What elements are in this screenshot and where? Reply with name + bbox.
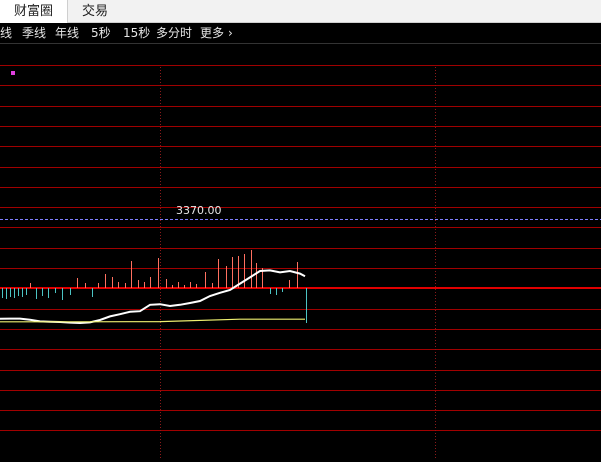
period-15s-button[interactable]: 15秒 [123,23,150,43]
period-5s-label: 5秒 [91,26,111,40]
chevron-right-icon: › [228,26,233,40]
period-quarter-button[interactable]: 季线 [22,23,46,43]
period-multi-button[interactable]: 多分时 [156,23,192,43]
tab-bar: 财富圈 交易 [0,0,601,23]
average-line [0,318,305,323]
price-line [0,269,306,325]
period-multi-label: 多分时 [156,26,193,40]
intraday-chart[interactable] [0,44,601,458]
period-year-label: 年线 [55,26,80,40]
period-toolbar: 线季线 年线 5秒 15秒 多分时 更多 › [0,23,601,44]
period-more-label: 更多 [200,26,225,40]
period-partial-button[interactable]: 线 [0,23,12,43]
reference-price-label: 3370.00 [176,204,222,217]
tab-1[interactable]: 交易 [68,0,122,23]
period-more-button[interactable]: 更多 › [200,23,233,43]
period-partial-label: 线 [0,26,13,40]
series-marker [11,71,15,75]
period-5s-button[interactable]: 5秒 [91,23,111,43]
chart-canvas [0,65,601,458]
period-15s-label: 15秒 [123,26,151,40]
period-quarter-label: 季线 [22,26,47,40]
tab-0[interactable]: 财富圈 [0,0,69,23]
period-year-button[interactable]: 年线 [55,23,79,43]
